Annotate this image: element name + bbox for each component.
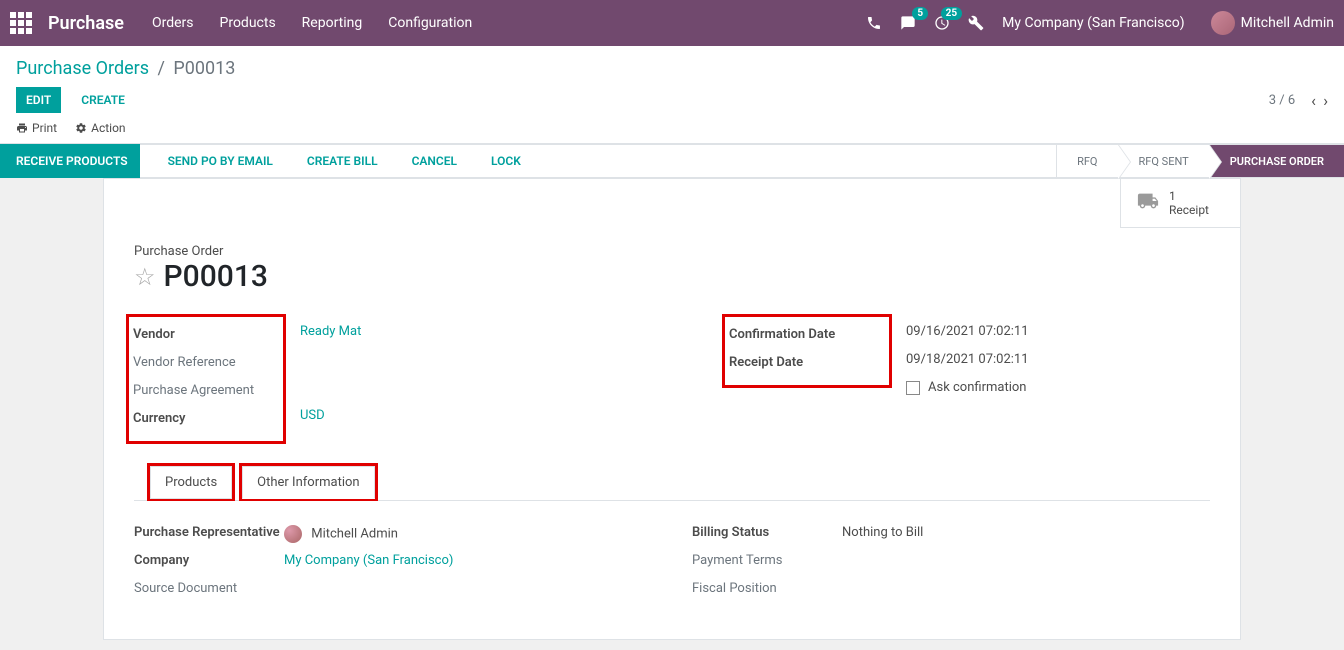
company-label: Company [134, 553, 284, 568]
user-menu[interactable]: Mitchell Admin [1211, 11, 1334, 35]
company-value[interactable]: My Company (San Francisco) [284, 553, 652, 568]
create-button[interactable]: CREATE [77, 87, 129, 113]
menu-orders[interactable]: Orders [152, 15, 194, 31]
tools-icon[interactable] [968, 15, 984, 31]
app-name[interactable]: Purchase [48, 13, 124, 34]
activities-badge: 25 [941, 7, 962, 20]
highlight-tab-products: Products [147, 463, 235, 501]
apps-icon[interactable] [10, 12, 32, 34]
create-bill-button[interactable]: CREATE BILL [295, 147, 390, 175]
status-bar: RECEIVE PRODUCTS SEND PO BY EMAIL CREATE… [0, 144, 1344, 178]
vendor-ref-label: Vendor Reference [133, 355, 279, 370]
breadcrumb-current: P00013 [173, 58, 235, 79]
fiscal-position-label: Fiscal Position [692, 581, 842, 596]
tab-other-content: Purchase Representative Mitchell Admin C… [134, 517, 1210, 609]
gear-icon [75, 122, 87, 134]
truck-icon [1137, 190, 1159, 217]
status-step-rfq-sent[interactable]: RFQ SENT [1118, 145, 1209, 177]
highlight-tab-other: Other Information [239, 463, 377, 501]
phone-icon[interactable] [866, 15, 882, 31]
confirmation-date-label: Confirmation Date [729, 327, 835, 342]
status-step-rfq[interactable]: RFQ [1056, 145, 1117, 177]
purchase-agreement-label: Purchase Agreement [133, 383, 279, 398]
top-navbar: Purchase Orders Products Reporting Confi… [0, 0, 1344, 46]
lock-button[interactable]: LOCK [479, 147, 533, 175]
print-icon [16, 122, 28, 134]
breadcrumb-root[interactable]: Purchase Orders [16, 58, 149, 79]
menu-configuration[interactable]: Configuration [388, 15, 472, 31]
control-panel: Purchase Orders / P00013 EDIT CREATE 3 /… [0, 46, 1344, 144]
menu-products[interactable]: Products [220, 15, 276, 31]
user-name: Mitchell Admin [1241, 15, 1334, 31]
stat-count: 1 [1169, 189, 1209, 203]
receipt-date-label: Receipt Date [729, 355, 803, 370]
payment-terms-label: Payment Terms [692, 553, 842, 568]
highlight-box-left: Vendor Vendor Reference Purchase Agreeme… [126, 314, 286, 444]
tab-other-information[interactable]: Other Information [242, 466, 374, 499]
print-dropdown[interactable]: Print [16, 121, 57, 135]
company-selector[interactable]: My Company (San Francisco) [1002, 15, 1184, 31]
receipt-date-value: 09/18/2021 07:02:11 [906, 352, 1210, 367]
user-avatar-icon [1211, 11, 1235, 35]
rep-avatar-icon [284, 525, 302, 543]
notebook-tabs: Products Other Information [134, 464, 1210, 501]
messages-badge: 5 [912, 7, 928, 20]
record-name: P00013 [164, 259, 268, 294]
stat-label: Receipt [1169, 203, 1209, 217]
highlight-box-right: Confirmation Date Receipt Date [722, 314, 892, 388]
pager-next[interactable]: › [1323, 91, 1328, 110]
messages-icon[interactable]: 5 [900, 15, 916, 31]
purchase-rep-label: Purchase Representative [134, 525, 284, 540]
vendor-value[interactable]: Ready Mat [300, 324, 652, 339]
status-step-purchase-order[interactable]: PURCHASE ORDER [1209, 145, 1344, 177]
confirmation-date-value: 09/16/2021 07:02:11 [906, 324, 1210, 339]
ask-confirmation-checkbox[interactable] [906, 381, 920, 395]
send-po-email-button[interactable]: SEND PO BY EMAIL [156, 147, 285, 175]
cancel-button[interactable]: CANCEL [400, 147, 469, 175]
currency-value[interactable]: USD [300, 408, 652, 423]
action-dropdown[interactable]: Action [75, 121, 125, 135]
record-type-label: Purchase Order [134, 244, 1210, 259]
receipt-stat-button[interactable]: 1 Receipt [1120, 179, 1240, 228]
vendor-label: Vendor [133, 327, 279, 342]
edit-button[interactable]: EDIT [16, 87, 61, 113]
activities-icon[interactable]: 25 [934, 15, 950, 31]
ask-confirmation-label: Ask confirmation [928, 380, 1027, 395]
pager-prev[interactable]: ‹ [1311, 91, 1316, 110]
purchase-rep-value[interactable]: Mitchell Admin [284, 525, 652, 543]
billing-status-value: Nothing to Bill [842, 525, 1210, 540]
priority-star[interactable]: ☆ [134, 263, 156, 291]
billing-status-label: Billing Status [692, 525, 842, 540]
receive-products-button[interactable]: RECEIVE PRODUCTS [0, 144, 140, 178]
form-sheet: 1 Receipt Purchase Order ☆ P00013 Vendor [103, 178, 1241, 640]
currency-label: Currency [133, 411, 279, 426]
tab-products[interactable]: Products [150, 466, 232, 499]
pager-text[interactable]: 3 / 6 [1269, 93, 1295, 108]
source-document-label: Source Document [134, 581, 284, 596]
menu-reporting[interactable]: Reporting [302, 15, 363, 31]
breadcrumb: Purchase Orders / P00013 [16, 58, 1328, 79]
